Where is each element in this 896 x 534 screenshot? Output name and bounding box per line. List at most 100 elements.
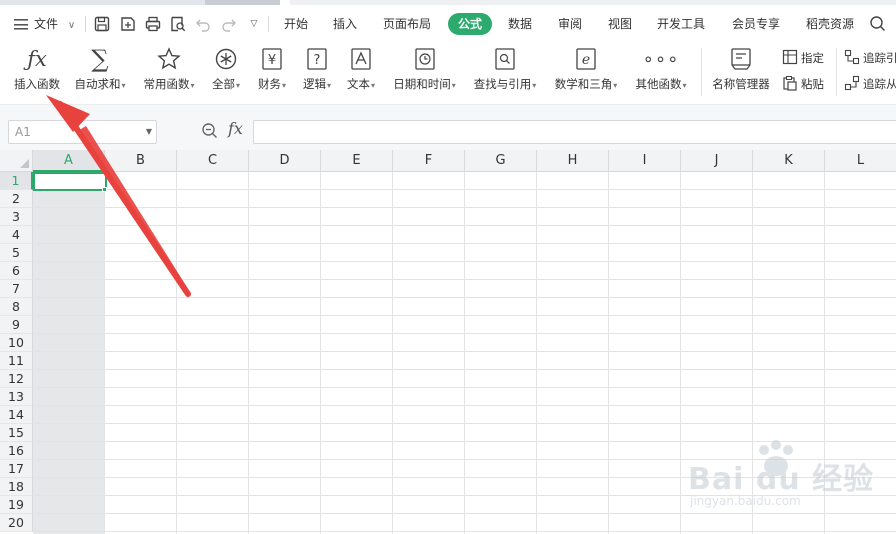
file-menu[interactable]: 文件 ∨ — [14, 13, 75, 35]
dropdown-arrow-icon[interactable]: ▾ — [452, 81, 456, 90]
save-as-icon[interactable] — [118, 14, 138, 34]
column-header-D[interactable]: D — [249, 150, 321, 172]
ribbon-button-6[interactable]: ? 逻辑▾ — [297, 42, 337, 102]
tab-1[interactable]: 开始 — [284, 13, 308, 35]
column-header-B[interactable]: B — [105, 150, 177, 172]
ribbon-button-text: 其他函数 — [635, 77, 682, 91]
ribbon-button-text: 名称管理器 — [712, 77, 770, 91]
row-header-13[interactable]: 13 — [0, 388, 33, 406]
ribbon-button-8[interactable]: 日期和时间▾ — [387, 42, 462, 102]
row-header-4[interactable]: 4 — [0, 226, 33, 244]
tab-7[interactable]: 视图 — [608, 13, 632, 35]
fx-icon: ƒx — [27, 47, 47, 71]
column-header-K[interactable]: K — [753, 150, 825, 172]
save-icon[interactable] — [92, 14, 112, 34]
row-header-14[interactable]: 14 — [0, 406, 33, 424]
watermark: Bai du 经验 jingyan.baidu.com — [688, 440, 888, 516]
ribbon-button-4[interactable]: 全部▾ — [206, 42, 246, 102]
formula-input[interactable] — [253, 120, 896, 144]
select-all-corner[interactable] — [0, 150, 33, 172]
undo-icon[interactable] — [193, 14, 213, 34]
column-header-F[interactable]: F — [393, 150, 465, 172]
dropdown-arrow-icon[interactable]: ▾ — [682, 81, 686, 90]
row-header-11[interactable]: 11 — [0, 352, 33, 370]
row-header-10[interactable]: 10 — [0, 334, 33, 352]
row-header-20[interactable]: 20 — [0, 514, 33, 532]
dropdown-arrow-icon[interactable]: ▾ — [236, 81, 240, 90]
row-header-17[interactable]: 17 — [0, 460, 33, 478]
column-header-J[interactable]: J — [681, 150, 753, 172]
more-functions-icon: ∘∘∘ — [642, 48, 680, 70]
fx-button[interactable]: fx — [228, 119, 243, 138]
column-header-A[interactable]: A — [33, 150, 105, 172]
row-header-8[interactable]: 8 — [0, 298, 33, 316]
column-header-G[interactable]: G — [465, 150, 537, 172]
tab-8[interactable]: 开发工具 — [657, 13, 705, 35]
dropdown-arrow-icon[interactable]: ▾ — [190, 81, 194, 90]
row-header-18[interactable]: 18 — [0, 478, 33, 496]
tab-3[interactable]: 页面布局 — [383, 13, 431, 35]
name-manager-icon — [708, 46, 774, 72]
paste-label: 粘贴 — [801, 77, 824, 91]
row-header-1[interactable]: 1 — [0, 172, 33, 190]
column-header-E[interactable]: E — [321, 150, 393, 172]
row-header-2[interactable]: 2 — [0, 190, 33, 208]
column-header-L[interactable]: L — [825, 150, 896, 172]
dropdown-arrow-icon[interactable]: ▾ — [532, 81, 536, 90]
tab-9[interactable]: 会员专享 — [732, 13, 780, 35]
spreadsheet-window: 文件 ∨ ▽ 开始 插入 页面布局 公式 数据 审阅 视图 开发工具 会员专享 稻壳资源 ƒx 插入… — [0, 0, 896, 534]
ribbon-button-1[interactable]: ƒx 插入函数 — [8, 42, 66, 102]
dropdown-arrow-icon[interactable]: ▾ — [371, 81, 375, 90]
tab-2[interactable]: 插入 — [333, 13, 357, 35]
trace-precedents-button[interactable]: 追踪引 — [844, 48, 896, 68]
print-preview-icon[interactable] — [168, 14, 188, 34]
tab-10[interactable]: 稻壳资源 — [806, 13, 854, 35]
ribbon-button-5[interactable]: ¥ 财务▾ — [252, 42, 292, 102]
ribbon-button-7[interactable]: 文本▾ — [341, 42, 381, 102]
zoom-icon[interactable] — [201, 122, 219, 140]
row-header-12[interactable]: 12 — [0, 370, 33, 388]
row-header-6[interactable]: 6 — [0, 262, 33, 280]
chevron-down-icon[interactable]: ▼ — [146, 121, 152, 143]
row-header-7[interactable]: 7 — [0, 280, 33, 298]
row-header-15[interactable]: 15 — [0, 424, 33, 442]
svg-text:?: ? — [314, 53, 321, 68]
fill-handle[interactable] — [102, 187, 107, 192]
print-icon[interactable] — [143, 14, 163, 34]
ribbon-button-text: 逻辑 — [302, 77, 326, 91]
dropdown-arrow-icon[interactable]: ▾ — [327, 81, 331, 90]
row-header-5[interactable]: 5 — [0, 244, 33, 262]
ribbon-button-3[interactable]: 常用函数▾ — [138, 42, 200, 102]
search-icon[interactable] — [868, 14, 888, 34]
redo-icon[interactable] — [219, 14, 239, 34]
tab-6[interactable]: 审阅 — [558, 13, 582, 35]
column-header-H[interactable]: H — [537, 150, 609, 172]
dropdown-arrow-icon[interactable]: ▾ — [613, 81, 617, 90]
divider — [268, 16, 269, 32]
star-icon — [138, 46, 200, 72]
more-icon[interactable]: ▽ — [244, 14, 264, 34]
ribbon-button-12[interactable]: 名称管理器 — [708, 42, 774, 102]
paste-button[interactable]: 粘贴 — [782, 74, 824, 94]
ribbon-button-11[interactable]: ∘∘∘ 其他函数▾ — [630, 42, 692, 102]
row-header-16[interactable]: 16 — [0, 442, 33, 460]
row-header-3[interactable]: 3 — [0, 208, 33, 226]
name-box[interactable]: A1 ▼ — [8, 120, 157, 144]
active-cell[interactable] — [33, 172, 107, 191]
trace-precedents-label: 追踪引 — [863, 51, 896, 65]
dropdown-arrow-icon[interactable]: ▾ — [121, 81, 125, 90]
ribbon-button-10[interactable]: e 数学和三角▾ — [549, 42, 623, 102]
ribbon-button-9[interactable]: 查找与引用▾ — [469, 42, 541, 102]
column-header-C[interactable]: C — [177, 150, 249, 172]
tab-5[interactable]: 数据 — [508, 13, 532, 35]
row-header-9[interactable]: 9 — [0, 316, 33, 334]
row-header-19[interactable]: 19 — [0, 496, 33, 514]
specify-button[interactable]: 指定 — [782, 48, 824, 68]
ribbon-button-2[interactable]: ∑ 自动求和▾ — [70, 42, 130, 102]
window-tab-active[interactable] — [205, 0, 280, 5]
column-header-I[interactable]: I — [609, 150, 681, 172]
tab-4[interactable]: 公式 — [448, 13, 493, 35]
trace-dependents-button[interactable]: 追踪从 — [844, 74, 896, 94]
dropdown-arrow-icon[interactable]: ▾ — [282, 81, 286, 90]
svg-text:¥: ¥ — [268, 53, 276, 68]
